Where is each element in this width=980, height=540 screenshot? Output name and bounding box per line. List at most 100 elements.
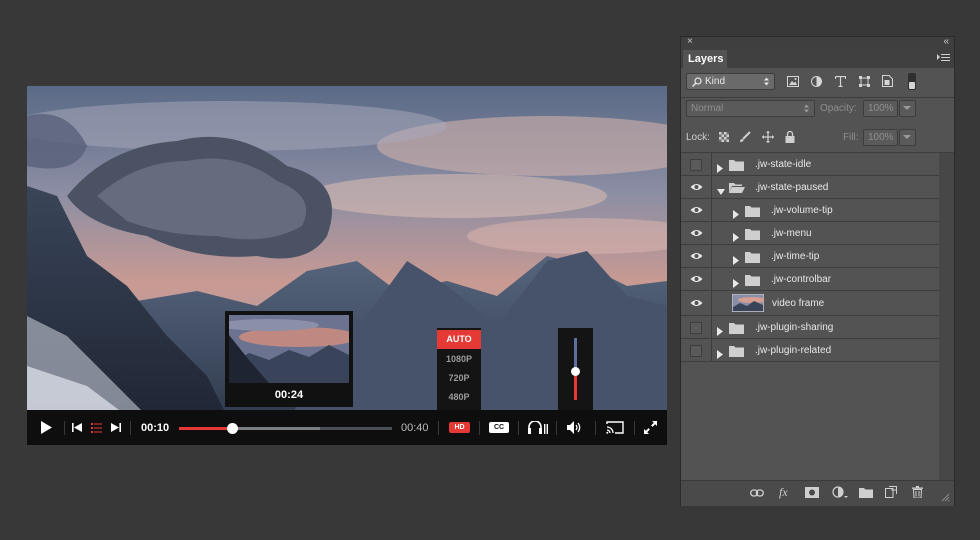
- layer-row[interactable]: .jw-time-tip: [681, 245, 939, 268]
- quality-menu[interactable]: AUTO 1080P 720P 480P: [437, 328, 481, 410]
- visibility-toggle[interactable]: [681, 268, 712, 290]
- filter-kind-value: Kind: [705, 76, 726, 87]
- layer-row[interactable]: .jw-state-paused: [681, 176, 939, 199]
- layer-row[interactable]: .jw-state-idle: [681, 153, 939, 176]
- lock-all-icon[interactable]: [785, 131, 795, 143]
- layer-row[interactable]: .jw-plugin-sharing: [681, 316, 939, 339]
- new-group-folder-icon[interactable]: [859, 487, 873, 498]
- filter-kind-select[interactable]: Kind: [686, 73, 775, 90]
- visibility-toggle[interactable]: [681, 199, 712, 221]
- layer-name: .jw-menu: [771, 228, 812, 239]
- visibility-toggle[interactable]: [681, 339, 712, 361]
- visibility-toggle[interactable]: [681, 222, 712, 244]
- volume-slider-track[interactable]: [571, 338, 580, 400]
- filter-toggle-switch[interactable]: [908, 73, 916, 90]
- smart-object-filter-icon[interactable]: [882, 75, 893, 87]
- layer-row[interactable]: .jw-menu: [681, 222, 939, 245]
- volume-tip[interactable]: [558, 328, 593, 410]
- control-bar: 00:10 00:40 HD CC: [27, 410, 667, 445]
- quality-option-auto[interactable]: AUTO: [437, 330, 481, 349]
- close-panel-icon[interactable]: ×: [687, 36, 693, 47]
- cast-button[interactable]: [606, 421, 624, 434]
- collapse-panel-icon[interactable]: «: [943, 36, 949, 47]
- new-adjustment-layer-icon[interactable]: [832, 486, 848, 499]
- layer-name: .jw-plugin-related: [755, 345, 832, 356]
- new-layer-icon[interactable]: [885, 486, 897, 498]
- progress-played: [179, 427, 233, 430]
- time-tip: 00:24: [225, 311, 353, 407]
- quality-option-1080p[interactable]: 1080P: [437, 350, 481, 369]
- captions-button[interactable]: CC: [489, 422, 509, 433]
- opacity-label: Opacity:: [820, 103, 857, 114]
- lock-transparent-pixels-icon[interactable]: [719, 132, 729, 142]
- fill-dropdown-button[interactable]: [899, 129, 916, 146]
- lock-position-icon[interactable]: [762, 131, 774, 143]
- eye-icon: [690, 184, 703, 190]
- layer-row[interactable]: .jw-plugin-related: [681, 339, 939, 362]
- visibility-toggle[interactable]: [681, 316, 712, 338]
- divider: [130, 421, 131, 435]
- playlist-button[interactable]: [91, 422, 102, 433]
- quality-option-480p[interactable]: 480P: [437, 388, 481, 407]
- duration-time: 00:40: [401, 422, 429, 434]
- next-button[interactable]: [111, 423, 121, 432]
- folder-icon: [745, 227, 760, 245]
- lock-image-pixels-icon[interactable]: [739, 131, 751, 143]
- layer-name: .jw-state-paused: [755, 182, 829, 193]
- delete-layer-icon[interactable]: [912, 486, 923, 498]
- audio-tracks-button[interactable]: [528, 421, 548, 434]
- filter-toggle-knob: [909, 82, 915, 89]
- progress-bar[interactable]: [179, 423, 392, 434]
- folder-icon: [745, 250, 760, 268]
- resize-grip-icon[interactable]: [941, 493, 950, 502]
- divider: [595, 421, 596, 435]
- lock-row: Lock: Fill: 100%: [681, 125, 954, 152]
- quality-option-720p[interactable]: 720P: [437, 369, 481, 388]
- search-icon: [692, 77, 702, 87]
- volume-slider-knob[interactable]: [571, 367, 580, 377]
- add-mask-icon[interactable]: [805, 487, 819, 498]
- panel-menu-icon[interactable]: [937, 53, 950, 63]
- layer-row[interactable]: .jw-volume-tip: [681, 199, 939, 222]
- eye-icon: [690, 207, 703, 213]
- chevron-down-icon: [903, 106, 911, 110]
- folder-icon: [745, 273, 760, 291]
- visibility-toggle[interactable]: [681, 291, 712, 315]
- opacity-dropdown-button[interactable]: [899, 100, 916, 117]
- layer-row[interactable]: video frame: [681, 291, 939, 316]
- tab-layers[interactable]: Layers: [683, 50, 727, 68]
- disclosure-closed-icon[interactable]: [717, 346, 724, 364]
- adjustment-layer-filter-icon[interactable]: [811, 76, 822, 87]
- fullscreen-button[interactable]: [644, 421, 657, 434]
- empty-visibility-box: [690, 159, 702, 171]
- layer-row[interactable]: .jw-controlbar: [681, 268, 939, 291]
- video-player[interactable]: 00:24 AUTO 1080P 720P 480P 00:10 00:40 H…: [27, 86, 667, 445]
- fill-input[interactable]: 100%: [863, 129, 898, 146]
- layer-list-scrollbar[interactable]: [939, 153, 954, 480]
- headphones-icon: [528, 421, 548, 434]
- opacity-input[interactable]: 100%: [863, 100, 898, 117]
- folder-icon: [729, 321, 744, 339]
- layers-panel: × « Layers Kind Normal Opacity: 100% Loc…: [681, 36, 954, 506]
- link-layers-icon[interactable]: [750, 489, 764, 497]
- volume-icon: [567, 421, 581, 434]
- visibility-toggle[interactable]: [681, 245, 712, 267]
- shape-layer-filter-icon[interactable]: [859, 76, 870, 87]
- layer-name: .jw-controlbar: [771, 274, 832, 285]
- layer-list: .jw-state-idle .jw-state-paused .jw-volume…: [681, 153, 939, 480]
- hd-quality-button[interactable]: HD: [449, 422, 470, 433]
- visibility-toggle[interactable]: [681, 176, 712, 198]
- pixel-layer-filter-icon[interactable]: [787, 76, 799, 87]
- divider: [518, 421, 519, 435]
- layer-style-fx-icon[interactable]: fx: [779, 485, 788, 500]
- play-button[interactable]: [40, 421, 52, 434]
- blend-mode-select[interactable]: Normal: [686, 100, 815, 117]
- volume-button[interactable]: [567, 421, 584, 434]
- visibility-toggle[interactable]: [681, 153, 712, 175]
- previous-button[interactable]: [72, 423, 82, 432]
- empty-visibility-box: [690, 345, 702, 357]
- type-layer-filter-icon[interactable]: [835, 76, 846, 87]
- panel-tab-bar: Layers: [681, 49, 954, 68]
- progress-scrubber[interactable]: [227, 423, 239, 434]
- fullscreen-icon: [644, 421, 657, 434]
